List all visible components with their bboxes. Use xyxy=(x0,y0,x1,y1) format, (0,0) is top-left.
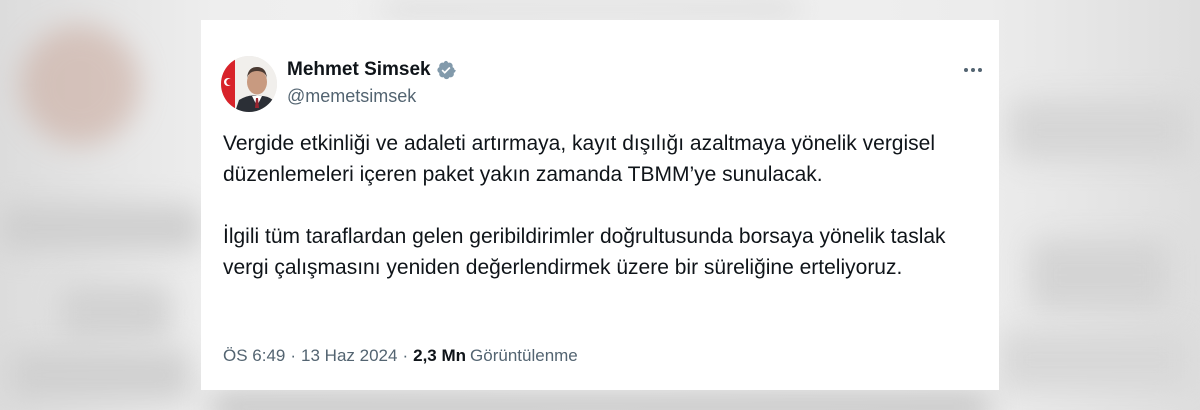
tweet-date[interactable]: 13 Haz 2024 xyxy=(301,346,397,366)
avatar-photo xyxy=(221,56,277,112)
more-options-icon[interactable] xyxy=(961,60,985,80)
dot xyxy=(971,68,975,72)
background-blur-shape xyxy=(0,205,200,250)
background-blur-shape xyxy=(20,25,140,145)
background-blur-shape xyxy=(1000,330,1190,390)
tweet-card: Mehmet Simsek @memetsimsek Vergide etkin… xyxy=(201,20,999,390)
dot xyxy=(978,68,982,72)
views-label: Görüntülenme xyxy=(470,346,578,365)
background-blur-shape xyxy=(60,285,170,340)
background-blur-shape xyxy=(1030,240,1170,310)
tweet-text: Vergide etkinliği ve adaleti artırmaya, … xyxy=(223,128,983,283)
author-name-row: Mehmet Simsek xyxy=(287,58,456,82)
background-blur-shape xyxy=(210,392,990,410)
meta-separator: · xyxy=(290,346,297,365)
background-blur-shape xyxy=(1010,100,1190,160)
dot xyxy=(964,68,968,72)
author-handle[interactable]: @memetsimsek xyxy=(287,86,416,107)
verified-badge-icon[interactable] xyxy=(436,60,456,80)
views-count[interactable]: 2,3 Mn xyxy=(413,346,466,366)
background-blur-shape xyxy=(10,350,190,400)
tweet-meta: ÖS 6:49 · 13 Haz 2024 · 2,3 Mn Görüntüle… xyxy=(223,346,578,366)
meta-separator: · xyxy=(402,346,409,365)
tweet-time[interactable]: ÖS 6:49 xyxy=(223,346,285,366)
tweet-paragraph: İlgili tüm taraflardan gelen geribildiri… xyxy=(223,225,946,279)
avatar[interactable] xyxy=(221,56,277,112)
tweet-paragraph: Vergide etkinliği ve adaleti artırmaya, … xyxy=(223,132,936,186)
author-name[interactable]: Mehmet Simsek xyxy=(287,59,431,81)
background-blur-shape xyxy=(380,0,800,18)
